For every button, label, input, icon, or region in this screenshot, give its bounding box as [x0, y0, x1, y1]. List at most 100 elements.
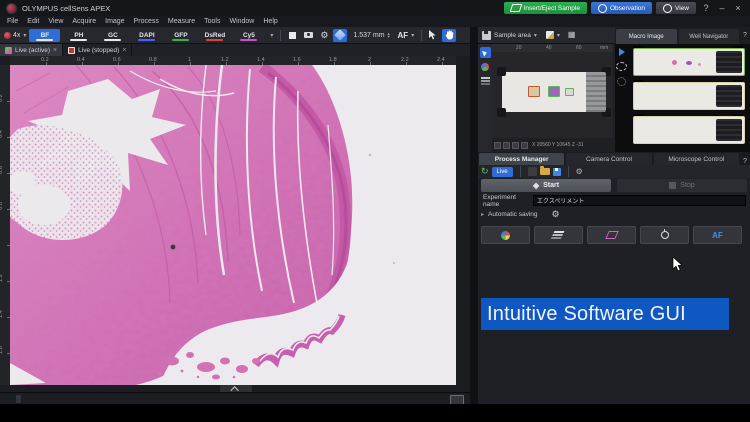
brush-icon[interactable] [546, 31, 554, 39]
grid-icon[interactable]: ▦ [568, 31, 576, 39]
pointer-tool-button[interactable] [480, 47, 491, 58]
save-icon[interactable] [553, 168, 561, 176]
macro-slide-3[interactable] [633, 116, 745, 144]
menu-bar: File Edit View Acquire Image Process Mea… [0, 16, 750, 27]
pan-tool-button[interactable] [442, 29, 456, 42]
folder-icon[interactable] [540, 168, 550, 175]
chevron-down-icon[interactable]: ▾ [270, 32, 273, 39]
af-label[interactable]: AF [398, 31, 409, 40]
menu-edit[interactable]: Edit [27, 18, 39, 25]
chevron-down-icon[interactable]: ▾ [23, 32, 26, 39]
menu-help[interactable]: Help [263, 18, 277, 25]
close-tab-icon[interactable]: × [53, 47, 57, 54]
scale-stepper[interactable]: ▲▼ [387, 32, 391, 38]
chevron-down-icon[interactable]: ▾ [411, 32, 414, 39]
help-icon[interactable]: ? [740, 27, 750, 44]
macro-image-panel [615, 44, 750, 152]
z-stack-button[interactable] [534, 226, 583, 244]
tab-well-navigator[interactable]: Well Navigator [679, 29, 740, 44]
help-icon[interactable]: ? [740, 158, 750, 165]
help-button[interactable]: ? [700, 3, 712, 13]
menu-view[interactable]: View [48, 18, 63, 25]
tab-live-active[interactable]: Live (active) × [0, 44, 63, 56]
status-toggle-icon[interactable] [494, 142, 501, 149]
panel-divider[interactable] [470, 27, 478, 404]
channel-gc-button[interactable]: GC [97, 29, 128, 42]
specimen-marker [528, 86, 540, 97]
objective-selector[interactable]: 4x [4, 32, 20, 39]
time-lapse-button[interactable] [640, 226, 689, 244]
stop-live-button[interactable] [285, 29, 299, 42]
live-toggle-button[interactable]: Live [492, 167, 513, 177]
sample-tools-strip [478, 44, 492, 152]
slide-label [716, 85, 742, 107]
overview-image-button[interactable] [480, 61, 491, 72]
view-button[interactable]: View [656, 2, 696, 14]
channel-ph-button[interactable]: PH [63, 29, 94, 42]
start-button[interactable]: ◈ Start [481, 179, 611, 192]
caption-banner: Intuitive Software GUI [481, 298, 729, 330]
saving-settings-gear-icon[interactable]: ⚙ [552, 210, 560, 219]
status-toggle-icon[interactable] [503, 142, 510, 149]
slide-preview[interactable] [502, 72, 606, 112]
ruler-tick-label: 0.8 [149, 57, 157, 63]
live-image-canvas[interactable] [10, 65, 456, 385]
autofocus-button[interactable]: AF [693, 226, 742, 244]
menu-tools[interactable]: Tools [204, 18, 220, 25]
acquisition-settings-button[interactable]: ⚙ [317, 29, 331, 42]
lasso-icon[interactable] [616, 62, 627, 71]
menu-file[interactable]: File [7, 18, 18, 25]
multichannel-button[interactable] [481, 226, 530, 244]
close-button[interactable]: × [732, 3, 744, 13]
channel-bf-button[interactable]: BF [29, 29, 60, 42]
scale-readout[interactable]: 1.537 mm [353, 32, 384, 39]
process-snapshot-button[interactable] [333, 29, 347, 42]
tab-macro-image[interactable]: Macro Image [616, 29, 677, 44]
observation-button[interactable]: Observation [591, 2, 652, 14]
snapshot-button[interactable] [301, 29, 315, 42]
insert-eject-sample-button[interactable]: Insert/Eject Sample [504, 2, 587, 14]
channel-gfp-button[interactable]: GFP [165, 29, 196, 42]
close-tab-icon[interactable]: × [122, 47, 126, 54]
macro-slide-1[interactable] [633, 48, 745, 76]
tab-camera-control[interactable]: Camera Control [566, 153, 651, 165]
stage-positions-button[interactable] [587, 226, 636, 244]
control-tab-strip: Process Manager Camera Control Microscop… [478, 152, 750, 165]
experiment-name-input[interactable]: エクスペリメント [533, 195, 746, 206]
experiment-settings-icon[interactable]: ⚙ [576, 168, 583, 176]
status-toggle-icon[interactable] [521, 142, 528, 149]
menu-acquire[interactable]: Acquire [72, 18, 96, 25]
chevron-down-icon[interactable]: ▾ [557, 32, 560, 39]
stop-button[interactable]: Stop [617, 179, 747, 192]
grip-icon[interactable] [16, 395, 21, 403]
save-icon[interactable] [482, 31, 491, 40]
slide-label [716, 51, 742, 73]
tab-microscope-control[interactable]: Microscope Control [654, 153, 739, 165]
tab-live-stopped[interactable]: Live (stopped) × [63, 44, 132, 56]
tab-process-manager[interactable]: Process Manager [479, 153, 564, 165]
select-tool-button[interactable] [426, 29, 440, 42]
macro-slide-2[interactable] [633, 82, 745, 110]
channel-dsred-button[interactable]: DsRed [199, 29, 230, 42]
status-toggle-icon[interactable] [512, 142, 519, 149]
slide-overview-canvas[interactable]: 20 40 60 mm [492, 44, 613, 138]
collapse-panel-button[interactable] [220, 385, 252, 392]
chevron-down-icon[interactable]: ▾ [534, 32, 537, 39]
pointer-icon [482, 49, 488, 56]
channel-cy5-button[interactable]: Cy5 [233, 29, 264, 42]
expand-arrow-icon[interactable] [619, 48, 625, 56]
macro-tools-strip [615, 44, 628, 152]
channel-dapi-button[interactable]: DAPI [131, 29, 162, 42]
layers-button[interactable] [480, 75, 491, 86]
title-bar: OLYMPUS cellSens APEX Insert/Eject Sampl… [0, 0, 750, 16]
roi-circle-icon[interactable] [617, 77, 626, 86]
menu-image[interactable]: Image [105, 18, 124, 25]
menu-measure[interactable]: Measure [168, 18, 195, 25]
expander-icon[interactable]: ▸ [481, 211, 484, 218]
ruler-tick-label: 1.8 [329, 57, 337, 63]
minimize-button[interactable]: – [716, 3, 728, 13]
menu-window[interactable]: Window [229, 18, 254, 25]
sync-icon[interactable]: ↻ [481, 167, 489, 176]
menu-process[interactable]: Process [134, 18, 159, 25]
sample-area-label[interactable]: Sample area [494, 32, 531, 39]
